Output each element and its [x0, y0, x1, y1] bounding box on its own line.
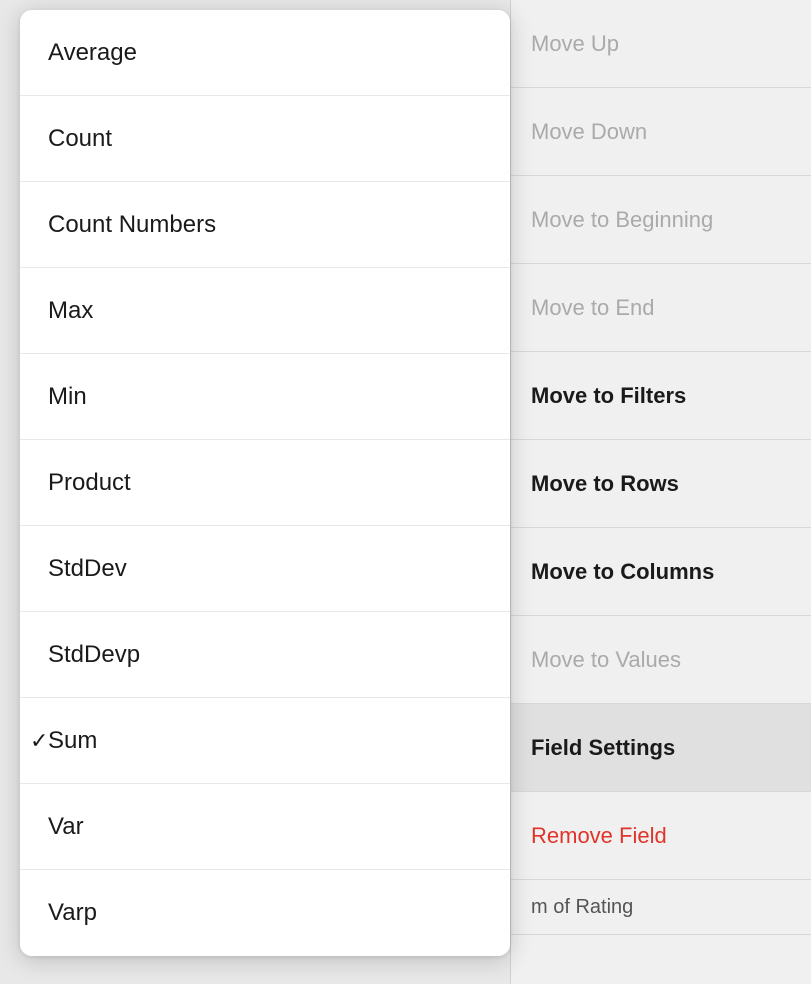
left-menu-label-count-numbers: Count Numbers: [48, 211, 216, 239]
left-dropdown-menu: Average Count Count Numbers Max Min Product St…: [20, 10, 510, 956]
left-menu-item-average[interactable]: Average: [20, 10, 510, 96]
right-menu-label-move-to-values: Move to Values: [531, 647, 681, 673]
right-menu-label-move-to-filters: Move to Filters: [531, 383, 686, 409]
right-context-menu: Move Up Move Down Move to Beginning Move to…: [510, 0, 811, 984]
left-menu-label-stddev: StdDev: [48, 555, 127, 583]
left-menu-item-varp[interactable]: Varp: [20, 870, 510, 956]
right-menu-item-move-to-rows[interactable]: Move to Rows: [511, 440, 811, 528]
left-menu-label-min: Min: [48, 383, 87, 411]
left-menu-label-sum: Sum: [48, 727, 97, 755]
left-menu-item-product[interactable]: Product: [20, 440, 510, 526]
left-menu-label-max: Max: [48, 297, 93, 325]
right-menu-label-move-down: Move Down: [531, 119, 647, 145]
right-menu-item-move-to-beginning[interactable]: Move to Beginning: [511, 176, 811, 264]
right-menu-item-move-to-values[interactable]: Move to Values: [511, 616, 811, 704]
left-menu-item-max[interactable]: Max: [20, 268, 510, 354]
right-menu-label-remove-field: Remove Field: [531, 823, 667, 849]
left-menu-item-sum[interactable]: ✓Sum: [20, 698, 510, 784]
left-menu-item-var[interactable]: Var: [20, 784, 510, 870]
right-menu-item-move-to-columns[interactable]: Move to Columns: [511, 528, 811, 616]
left-menu-item-stddev[interactable]: StdDev: [20, 526, 510, 612]
left-menu-item-min[interactable]: Min: [20, 354, 510, 440]
right-menu-label-move-to-beginning: Move to Beginning: [531, 207, 713, 233]
left-menu-label-stddevp: StdDevp: [48, 641, 140, 669]
left-menu-label-product: Product: [48, 469, 131, 497]
right-menu-label-move-to-columns: Move to Columns: [531, 559, 714, 585]
left-menu-label-varp: Varp: [48, 899, 97, 927]
right-menu-label-move-to-end: Move to End: [531, 295, 655, 321]
right-menu-item-move-to-end[interactable]: Move to End: [511, 264, 811, 352]
left-menu-item-stddevp[interactable]: StdDevp: [20, 612, 510, 698]
right-menu-item-move-to-filters[interactable]: Move to Filters: [511, 352, 811, 440]
right-menu-item-move-down[interactable]: Move Down: [511, 88, 811, 176]
right-menu-label-field-settings: Field Settings: [531, 735, 675, 761]
right-menu-label-sum-of-rating: m of Rating: [531, 896, 633, 919]
right-menu-label-move-to-rows: Move to Rows: [531, 471, 679, 497]
checkmark-sum: ✓: [30, 728, 48, 754]
right-menu-item-move-up[interactable]: Move Up: [511, 0, 811, 88]
right-menu-item-sum-of-rating[interactable]: m of Rating: [511, 880, 811, 935]
left-menu-item-count-numbers[interactable]: Count Numbers: [20, 182, 510, 268]
left-menu-label-var: Var: [48, 813, 84, 841]
right-menu-item-field-settings[interactable]: Field Settings: [511, 704, 811, 792]
right-menu-label-move-up: Move Up: [531, 31, 619, 57]
left-menu-item-count[interactable]: Count: [20, 96, 510, 182]
left-menu-label-average: Average: [48, 39, 137, 67]
left-menu-label-count: Count: [48, 125, 112, 153]
right-menu-item-remove-field[interactable]: Remove Field: [511, 792, 811, 880]
